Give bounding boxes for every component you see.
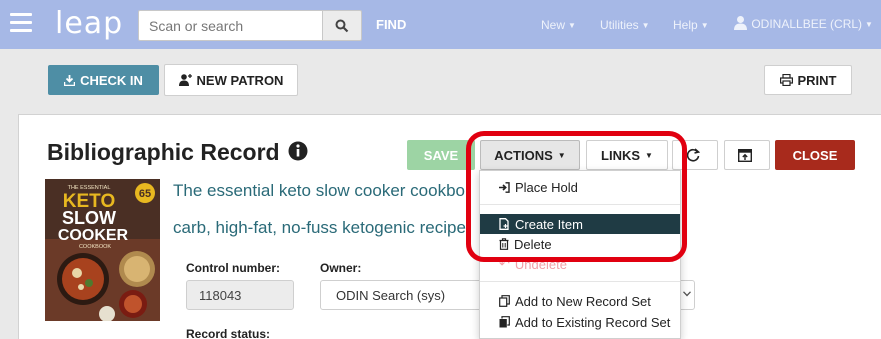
- download-icon: [64, 74, 76, 86]
- check-in-button[interactable]: CHECK IN: [48, 65, 159, 95]
- menu-divider: [480, 281, 680, 282]
- record-status-label: Record status:: [186, 327, 271, 339]
- search-input[interactable]: [138, 10, 323, 41]
- page-title: Bibliographic Record: [47, 139, 280, 165]
- nav-help-label: Help: [673, 18, 698, 32]
- delete-label: Delete: [514, 236, 552, 252]
- add-user-icon: [178, 74, 192, 86]
- hamburger-menu-icon[interactable]: [10, 13, 32, 33]
- check-in-label: CHECK IN: [80, 72, 143, 88]
- nav-new-label: New: [541, 18, 566, 32]
- app-logo[interactable]: leap: [55, 6, 123, 41]
- search-button[interactable]: [322, 10, 362, 41]
- new-file-icon: [499, 218, 509, 230]
- search-icon: [335, 19, 349, 32]
- cover-badge: 65: [139, 188, 151, 200]
- menu-item-undelete: ↶ Undelete: [480, 254, 680, 274]
- control-number-label: Control number:: [186, 261, 280, 275]
- printer-icon: [779, 74, 793, 86]
- info-icon[interactable]: [288, 141, 308, 161]
- menu-item-add-existing-record-set[interactable]: Add to Existing Record Set: [480, 312, 680, 332]
- user-menu[interactable]: ODINALLBEE (CRL) ▼: [733, 15, 873, 31]
- links-label: LINKS: [601, 147, 641, 163]
- nav-help-menu[interactable]: Help ▼: [673, 18, 709, 32]
- find-button[interactable]: FIND: [376, 17, 406, 32]
- actions-menu: Place Hold Create Item Delete ↶ Undelete…: [479, 170, 681, 339]
- chevron-down-icon: [683, 291, 691, 297]
- add-new-set-label: Add to New Record Set: [515, 293, 651, 309]
- top-nav-bar: leap FIND New▼ Utilities▼ Help▼ ODINALLB…: [0, 0, 881, 49]
- print-button[interactable]: PRINT: [764, 65, 852, 95]
- caret-down-icon: ▼: [557, 150, 566, 160]
- open-window-icon: [737, 148, 752, 162]
- nav-utilities-menu[interactable]: Utilities ▼: [600, 18, 650, 32]
- new-patron-label: NEW PATRON: [196, 72, 284, 88]
- copy-filled-icon: [499, 316, 510, 328]
- nav-utilities-label: Utilities: [600, 18, 639, 32]
- trash-icon: [499, 238, 509, 250]
- place-hold-label: Place Hold: [515, 179, 578, 195]
- save-button[interactable]: SAVE: [407, 140, 475, 170]
- undo-icon: ↶: [499, 256, 510, 271]
- sign-in-icon: [499, 181, 510, 193]
- cover-line3: SLOW: [62, 208, 116, 228]
- links-dropdown-button[interactable]: LINKS ▼: [586, 140, 668, 170]
- book-title-line-1: The essential keto slow cooker cookbo: [173, 181, 465, 200]
- user-icon: [734, 16, 747, 30]
- book-cover-image: 65 THE ESSENTIAL KETO SLOW COOKER COOKBO…: [45, 179, 160, 321]
- create-item-label: Create Item: [515, 216, 583, 232]
- user-name: ODINALLBEE (CRL): [751, 17, 863, 31]
- refresh-icon: [686, 148, 700, 162]
- menu-item-place-hold[interactable]: Place Hold: [480, 177, 680, 197]
- menu-item-create-item[interactable]: Create Item: [480, 214, 680, 234]
- open-in-window-button[interactable]: [724, 140, 770, 170]
- cover-line5: COOKBOOK: [79, 244, 111, 250]
- nav-new-menu[interactable]: New ▼: [541, 18, 576, 32]
- menu-divider: [480, 204, 680, 205]
- caret-down-icon: ▼: [645, 150, 653, 160]
- caret-down-icon: ▼: [568, 21, 576, 30]
- actions-dropdown-button[interactable]: ACTIONS ▼: [480, 140, 580, 170]
- control-number-field: 118043: [186, 280, 294, 310]
- add-existing-set-label: Add to Existing Record Set: [515, 314, 671, 330]
- menu-item-add-new-record-set[interactable]: Add to New Record Set: [480, 291, 680, 311]
- actions-label: ACTIONS: [494, 147, 553, 163]
- cover-line4: COOKER: [58, 227, 129, 244]
- caret-down-icon: ▼: [641, 21, 650, 30]
- book-title-line-2: carb, high-fat, no-fuss ketogenic recipe: [173, 218, 466, 237]
- menu-item-delete[interactable]: Delete: [480, 234, 680, 254]
- owner-label: Owner:: [320, 261, 362, 275]
- caret-down-icon: ▼: [700, 21, 709, 30]
- new-patron-button[interactable]: NEW PATRON: [164, 64, 298, 96]
- close-button[interactable]: CLOSE: [775, 140, 855, 170]
- undelete-label: Undelete: [514, 256, 567, 272]
- caret-down-icon: ▼: [865, 20, 873, 29]
- print-label: PRINT: [797, 72, 837, 88]
- copy-icon: [499, 295, 510, 307]
- refresh-button[interactable]: [672, 140, 718, 170]
